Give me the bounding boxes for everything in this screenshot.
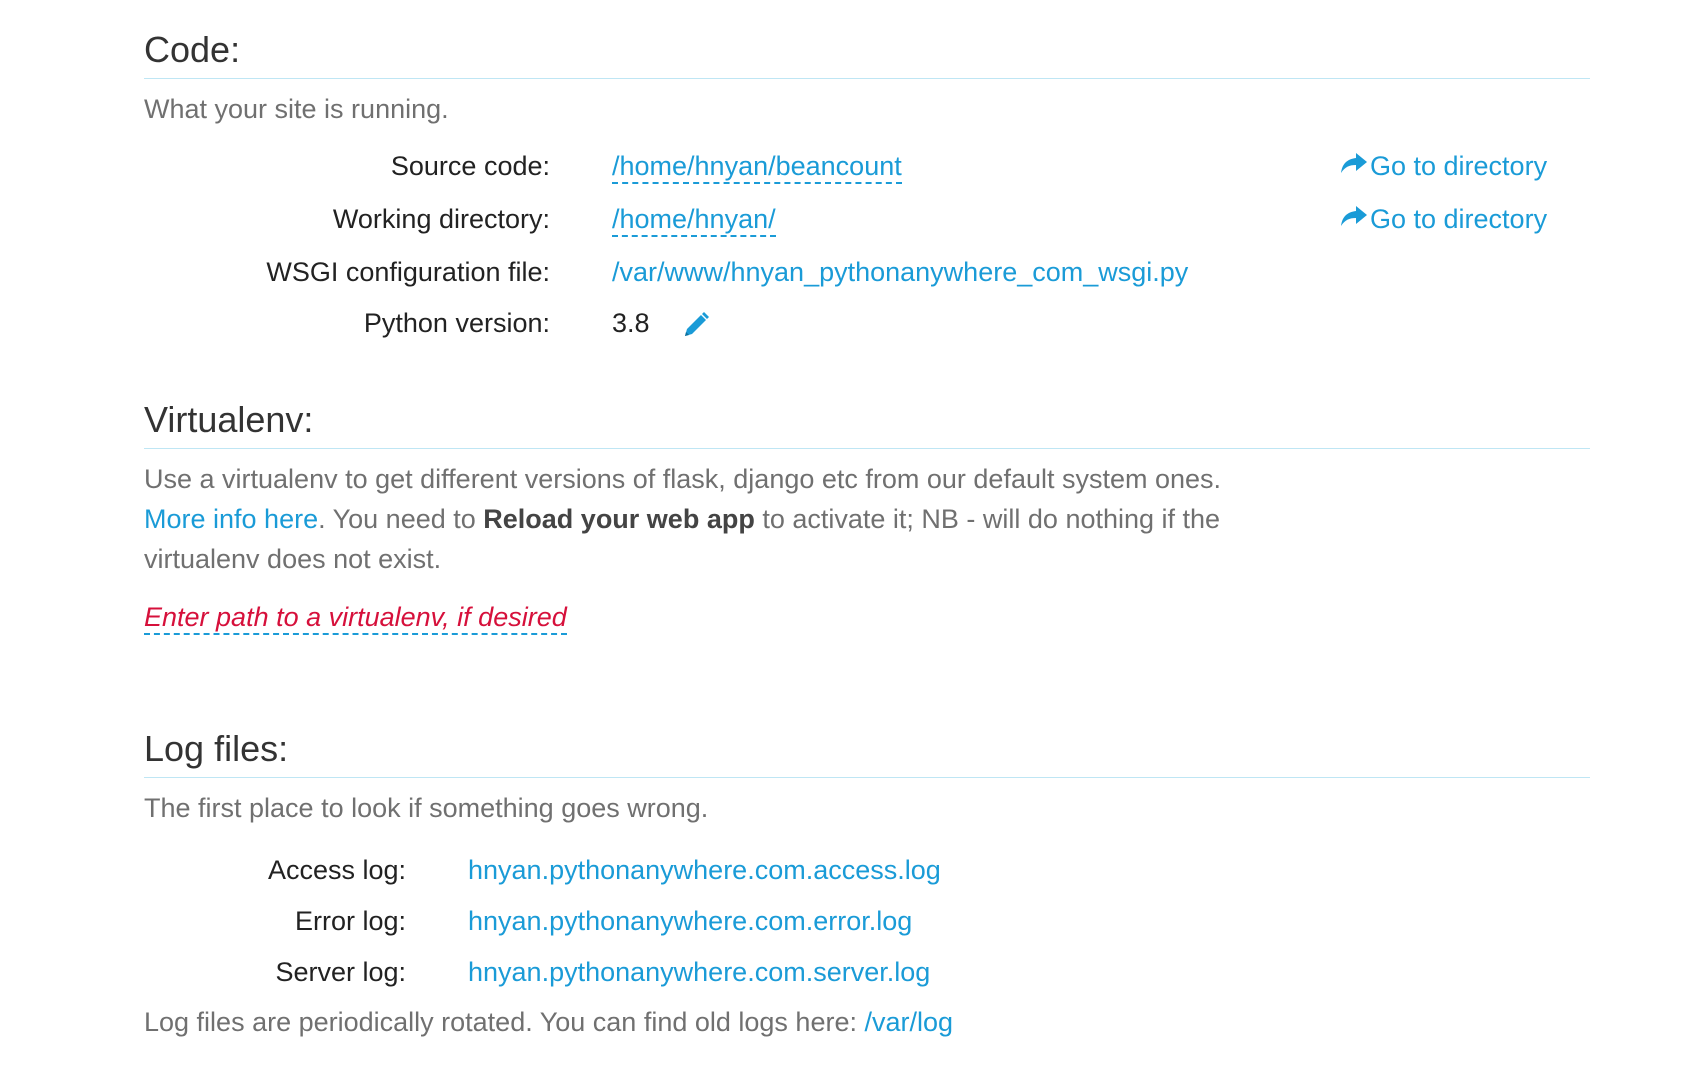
virtualenv-description: Use a virtualenv to get different versio… (144, 459, 1274, 579)
error-log-value[interactable]: hnyan.pythonanywhere.com.error.log (468, 906, 912, 936)
server-log-label: Server log: (275, 957, 406, 987)
error-log-link[interactable]: hnyan.pythonanywhere.com.error.log (468, 903, 912, 939)
source-code-path[interactable]: /home/hnyan/beancount (612, 148, 902, 184)
working-directory-label: Working directory: (332, 204, 550, 234)
working-directory-value[interactable]: /home/hnyan/ (612, 204, 776, 237)
log-files-section-title: Log files: (144, 728, 289, 769)
virtualenv-section-title: Virtualenv: (144, 399, 314, 440)
error-log-label: Error log: (294, 906, 406, 936)
wsgi-config-link[interactable]: /var/www/hnyan_pythonanywhere_com_wsgi.p… (612, 254, 1188, 290)
source-code-value[interactable]: /home/hnyan/beancount (612, 151, 902, 184)
virtualenv-section: Virtualenv: Use a virtualenv to get diff… (144, 398, 1590, 637)
go-to-directory-label[interactable]: Go to directory (1370, 148, 1547, 184)
log-files-section: Log files: The first place to look if so… (144, 727, 1590, 828)
log-rotation-note: Log files are periodically rotated. You … (144, 1004, 953, 1040)
server-log-value[interactable]: hnyan.pythonanywhere.com.server.log (468, 957, 930, 987)
divider (144, 78, 1590, 79)
share-arrow-icon (1340, 201, 1368, 237)
python-version-field: 3.8 (612, 305, 711, 341)
virtualenv-path-field[interactable]: Enter path to a virtualenv, if desired (144, 597, 1590, 637)
go-to-directory-source-link[interactable]: Go to directory (1340, 148, 1547, 184)
more-info-link[interactable]: More info here (144, 504, 318, 534)
divider (144, 448, 1590, 449)
virtualenv-text-2: . You need to (318, 504, 476, 534)
go-to-directory-working-link[interactable]: Go to directory (1340, 201, 1547, 237)
log-files-subtitle: The first place to look if something goe… (144, 793, 709, 823)
code-section-title: Code: (144, 29, 241, 70)
web-app-config-page: Code: What your site is running. Source … (0, 0, 1702, 1074)
source-code-label: Source code: (390, 151, 550, 181)
access-log-link[interactable]: hnyan.pythonanywhere.com.access.log (468, 852, 941, 888)
divider (144, 777, 1590, 778)
virtualenv-path-placeholder[interactable]: Enter path to a virtualenv, if desired (144, 602, 567, 635)
code-section: Code: What your site is running. (144, 28, 1590, 129)
python-version-value: 3.8 (612, 308, 650, 338)
python-version-label: Python version: (363, 308, 550, 338)
reload-web-app-text: Reload your web app (483, 504, 755, 534)
working-directory-path[interactable]: /home/hnyan/ (612, 201, 776, 237)
share-arrow-icon (1340, 148, 1368, 184)
pencil-icon[interactable] (681, 308, 711, 338)
go-to-directory-label[interactable]: Go to directory (1370, 201, 1547, 237)
virtualenv-text-1: Use a virtualenv to get different versio… (144, 464, 1222, 494)
server-log-link[interactable]: hnyan.pythonanywhere.com.server.log (468, 954, 930, 990)
var-log-link[interactable]: /var/log (864, 1007, 953, 1037)
wsgi-config-label: WSGI configuration file: (266, 257, 550, 287)
log-rotation-text: Log files are periodically rotated. You … (144, 1007, 857, 1037)
access-log-label: Access log: (267, 855, 406, 885)
access-log-value[interactable]: hnyan.pythonanywhere.com.access.log (468, 855, 941, 885)
wsgi-config-value[interactable]: /var/www/hnyan_pythonanywhere_com_wsgi.p… (612, 257, 1188, 287)
code-section-subtitle: What your site is running. (144, 94, 449, 124)
